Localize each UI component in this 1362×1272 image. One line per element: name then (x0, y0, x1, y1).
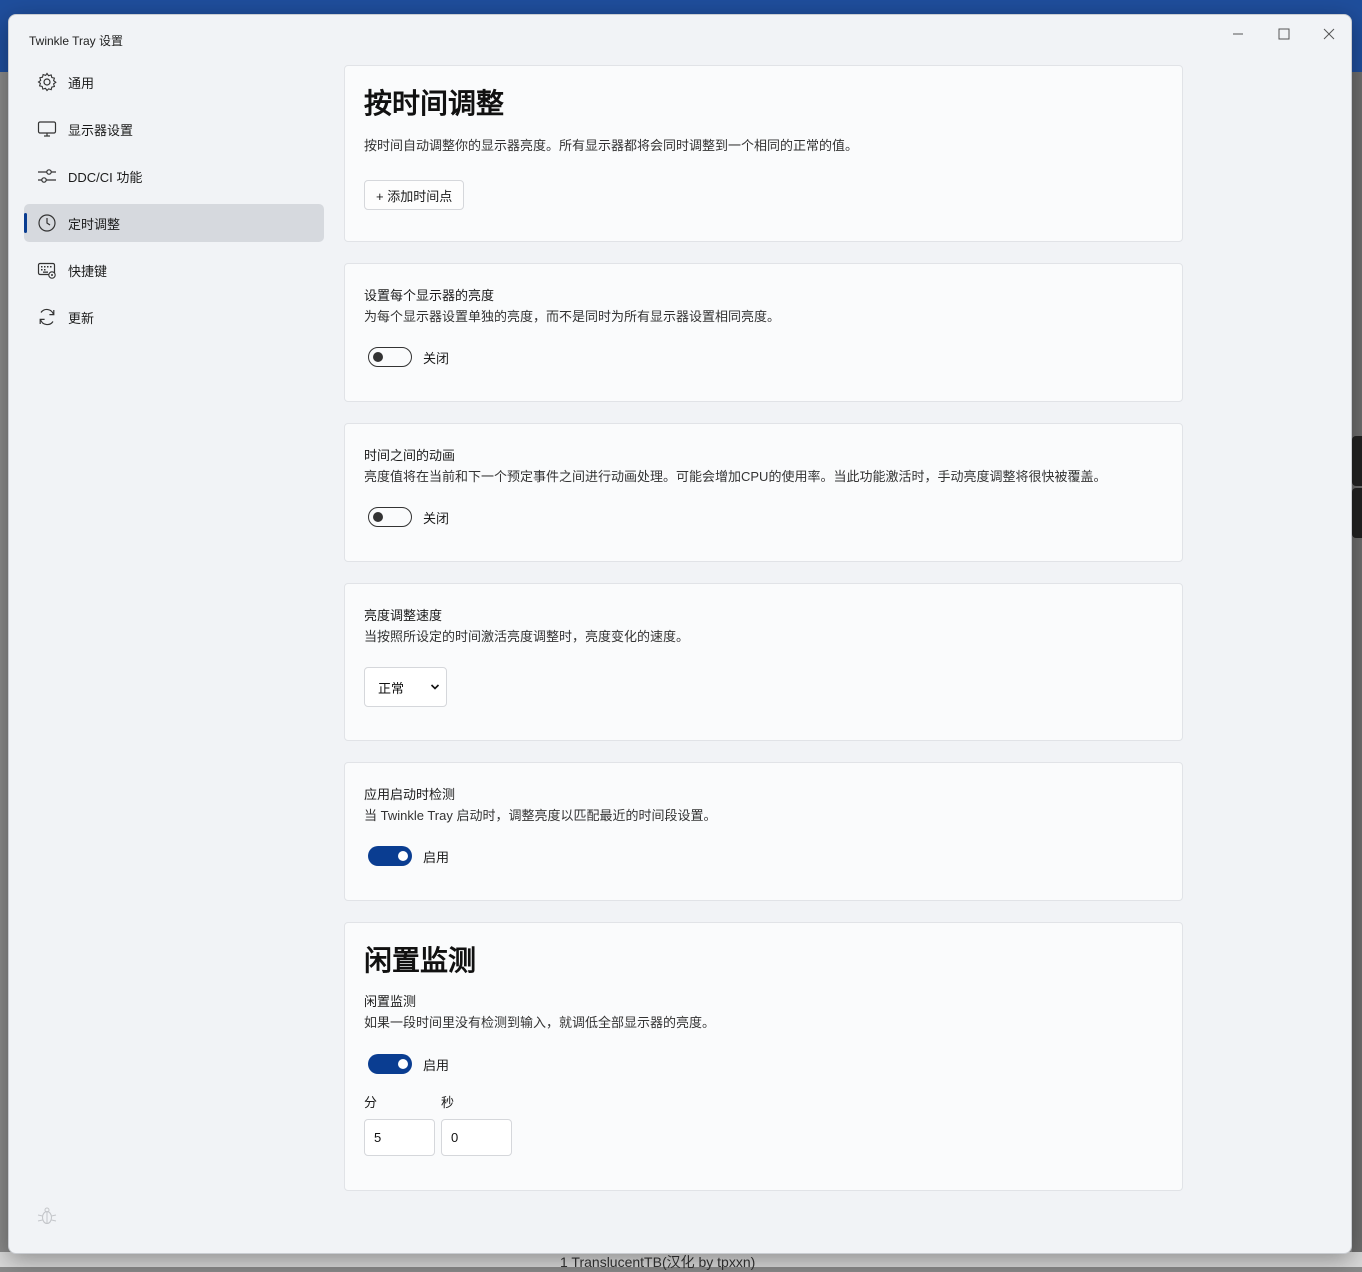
page-title: 按时间调整 (364, 88, 505, 119)
startup-toggle[interactable] (368, 846, 412, 866)
idle-toggle[interactable] (368, 1054, 412, 1074)
close-icon (1323, 28, 1335, 40)
sidebar-item-schedule[interactable]: 定时调整 (24, 204, 324, 242)
idle-toggle-label: 启用 (423, 1057, 450, 1073)
sidebar-item-label: 定时调整 (68, 216, 121, 232)
animate-title: 时间之间的动画 (364, 448, 456, 463)
chevron-down-icon (430, 684, 440, 690)
per-monitor-description: 为每个显示器设置单独的亮度，而不是同时为所有显示器设置相同亮度。 (364, 309, 781, 324)
sidebar-item-general[interactable]: 通用 (24, 63, 324, 101)
sidebar-item-label: 快捷键 (68, 263, 108, 279)
toggle-knob (373, 352, 383, 362)
minutes-value: 5 (374, 1130, 382, 1145)
minimize-icon (1233, 33, 1243, 35)
seconds-value: 0 (451, 1130, 459, 1145)
minutes-input[interactable]: 5 (364, 1119, 435, 1156)
speed-select[interactable]: 正常 (364, 667, 447, 707)
desktop-edge (1352, 72, 1362, 1267)
minutes-label: 分 (364, 1095, 378, 1110)
startup-card: 应用启动时检测 当 Twinkle Tray 启动时，调整亮度以匹配最近的时间段… (344, 762, 1183, 901)
gear-icon (36, 71, 58, 93)
add-time-button[interactable]: + 添加时间点 (364, 180, 465, 210)
idle-card: 闲置监测 闲置监测 如果一段时间里没有检测到输入，就调低全部显示器的亮度。 启用… (344, 922, 1183, 1191)
sidebar-item-label: 更新 (68, 310, 95, 326)
maximize-button[interactable] (1261, 19, 1307, 49)
idle-toggle-row: 启用 (368, 1054, 449, 1074)
animate-toggle[interactable] (368, 507, 412, 527)
sidebar: 通用 显示器设置 DDC/CI 功能 定时调整 快捷键 更新 (24, 63, 324, 345)
animate-description: 亮度值将在当前和下一个预定事件之间进行动画处理。可能会增加CPU的使用率。当此功… (364, 469, 1107, 484)
speed-select-value: 正常 (378, 680, 405, 696)
per-monitor-toggle-row: 关闭 (368, 347, 449, 367)
sliders-icon (36, 165, 58, 187)
per-monitor-card: 设置每个显示器的亮度 为每个显示器设置单独的亮度，而不是同时为所有显示器设置相同… (344, 263, 1183, 402)
animate-toggle-label: 关闭 (423, 510, 450, 526)
per-monitor-title: 设置每个显示器的亮度 (364, 288, 495, 303)
refresh-icon (36, 306, 58, 328)
speed-title: 亮度调整速度 (364, 608, 443, 623)
sidebar-item-label: 显示器设置 (68, 122, 134, 138)
sidebar-item-label: DDC/CI 功能 (68, 169, 143, 185)
sidebar-item-monitors[interactable]: 显示器设置 (24, 110, 324, 148)
sidebar-item-hotkeys[interactable]: 快捷键 (24, 251, 324, 289)
keyboard-icon (36, 259, 58, 281)
startup-title: 应用启动时检测 (364, 787, 456, 802)
idle-description: 如果一段时间里没有检测到输入，就调低全部显示器的亮度。 (364, 1015, 716, 1030)
seconds-input[interactable]: 0 (441, 1119, 512, 1156)
background-window-text: 1 TranslucentTB(汉化 by tpxxn) (560, 1254, 756, 1270)
bug-icon[interactable] (36, 1205, 58, 1227)
background-window-edge (1352, 436, 1362, 486)
speed-card: 亮度调整速度 当按照所设定的时间激活亮度调整时，亮度变化的速度。 正常 (344, 583, 1183, 741)
clock-icon (36, 212, 58, 234)
speed-description: 当按照所设定的时间激活亮度调整时，亮度变化的速度。 (364, 629, 690, 644)
idle-heading: 闲置监测 (364, 945, 477, 976)
startup-toggle-row: 启用 (368, 846, 449, 866)
seconds-label: 秒 (441, 1095, 455, 1110)
monitor-icon (36, 118, 58, 140)
sidebar-item-ddcci[interactable]: DDC/CI 功能 (24, 157, 324, 195)
close-button[interactable] (1306, 19, 1351, 49)
sidebar-item-updates[interactable]: 更新 (24, 298, 324, 336)
minimize-button[interactable] (1215, 19, 1261, 49)
idle-title: 闲置监测 (364, 994, 417, 1009)
startup-toggle-label: 启用 (423, 849, 450, 865)
sidebar-item-label: 通用 (68, 75, 95, 91)
schedule-description: 按时间自动调整你的显示器亮度。所有显示器都将会同时调整到一个相同的正常的值。 (364, 138, 859, 153)
toggle-knob (398, 851, 408, 861)
toggle-knob (373, 512, 383, 522)
animate-toggle-row: 关闭 (368, 507, 449, 527)
background-window-edge (1352, 488, 1362, 538)
animate-card: 时间之间的动画 亮度值将在当前和下一个预定事件之间进行动画处理。可能会增加CPU… (344, 423, 1183, 562)
per-monitor-toggle[interactable] (368, 347, 412, 367)
per-monitor-toggle-label: 关闭 (423, 350, 450, 366)
schedule-card: 按时间调整 按时间自动调整你的显示器亮度。所有显示器都将会同时调整到一个相同的正… (344, 65, 1183, 242)
window-title: Twinkle Tray 设置 (29, 34, 124, 48)
settings-window: Twinkle Tray 设置 通用 显示器设置 DDC/CI 功能 定时调整 … (8, 14, 1352, 1254)
startup-description: 当 Twinkle Tray 启动时，调整亮度以匹配最近的时间段设置。 (364, 808, 717, 823)
maximize-icon (1278, 28, 1290, 40)
toggle-knob (398, 1059, 408, 1069)
